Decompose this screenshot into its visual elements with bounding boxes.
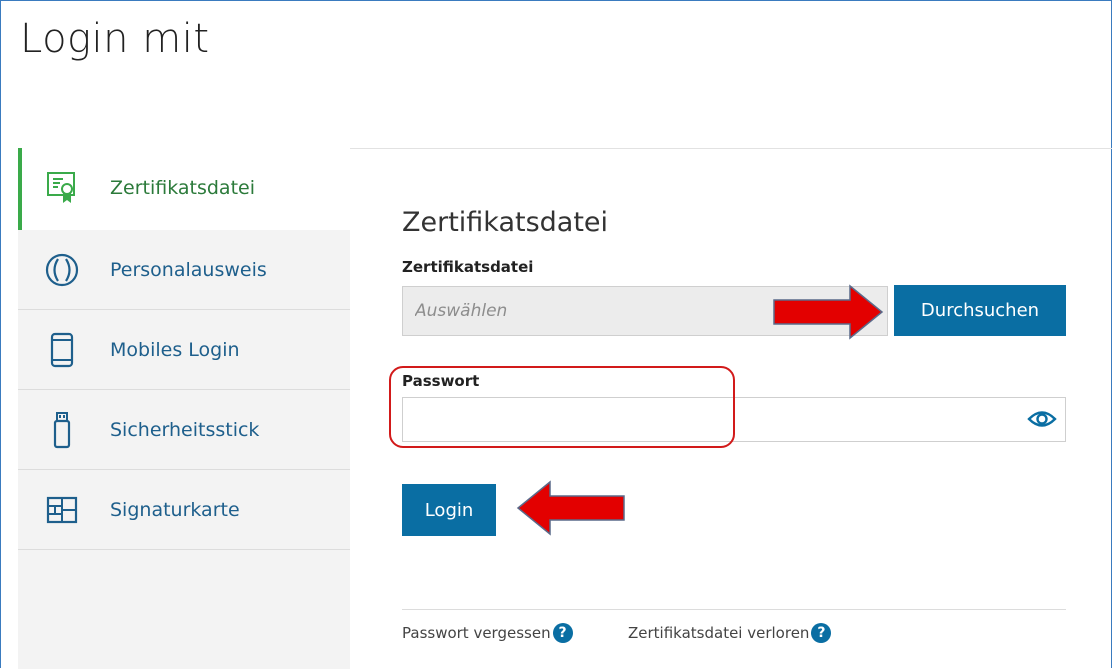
annotation-arrow-right-icon	[773, 284, 884, 340]
help-icon: ?	[811, 623, 832, 643]
sidebar-item-label: Personalausweis	[110, 258, 267, 281]
sidebar-item-signaturkarte[interactable]: Signaturkarte	[18, 470, 350, 550]
forgot-password-link[interactable]: Passwort vergessen ?	[402, 623, 573, 643]
help-icon: ?	[552, 623, 573, 643]
login-method-sidebar: Zertifikatsdatei Personalausweis Mobiles…	[18, 148, 350, 669]
sidebar-item-label: Mobiles Login	[110, 338, 240, 361]
mobile-phone-icon	[44, 332, 80, 368]
footer-divider	[402, 609, 1066, 610]
section-title: Zertifikatsdatei	[402, 207, 609, 238]
certificate-icon	[44, 170, 80, 206]
lost-certificate-text: Zertifikatsdatei verloren	[628, 624, 810, 642]
browse-button[interactable]: Durchsuchen	[894, 285, 1066, 336]
annotation-arrow-left-icon	[516, 480, 625, 536]
forgot-password-text: Passwort vergessen	[402, 624, 551, 642]
usb-stick-icon	[44, 411, 80, 448]
page-title: Login mit	[20, 16, 210, 62]
smartcard-icon	[44, 492, 80, 528]
sidebar-item-sicherheitsstick[interactable]: Sicherheitsstick	[18, 390, 350, 470]
sidebar-item-zertifikatsdatei[interactable]: Zertifikatsdatei	[18, 148, 350, 230]
sidebar-item-label: Zertifikatsdatei	[110, 177, 255, 199]
lost-certificate-link[interactable]: Zertifikatsdatei verloren ?	[628, 623, 832, 643]
sidebar-item-personalausweis[interactable]: Personalausweis	[18, 230, 350, 310]
sidebar-item-label: Signaturkarte	[110, 498, 240, 521]
id-card-icon	[44, 252, 80, 288]
sidebar-item-label: Sicherheitsstick	[110, 418, 260, 441]
file-field-label: Zertifikatsdatei	[402, 258, 534, 276]
show-password-eye-icon[interactable]	[1027, 407, 1057, 431]
password-highlight-annotation	[389, 366, 735, 448]
sidebar-item-mobiles-login[interactable]: Mobiles Login	[18, 310, 350, 390]
login-button[interactable]: Login	[402, 484, 496, 536]
